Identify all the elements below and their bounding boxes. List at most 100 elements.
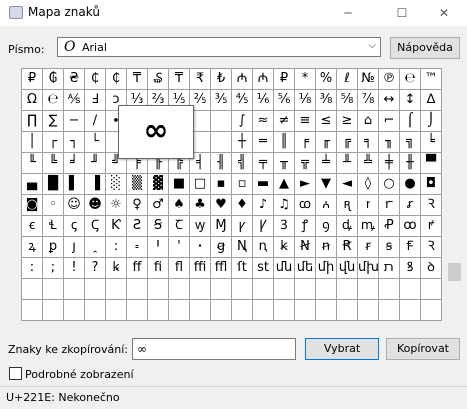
char-cell[interactable]: ꞉ bbox=[106, 237, 127, 258]
char-cell[interactable] bbox=[64, 279, 85, 300]
char-cell[interactable]: ◊ bbox=[358, 174, 379, 195]
char-cell[interactable]: Ꞧ bbox=[337, 237, 358, 258]
char-cell[interactable]: ffl bbox=[211, 258, 232, 279]
char-cell[interactable]: ﬨ bbox=[379, 258, 400, 279]
char-cell[interactable] bbox=[169, 279, 190, 300]
char-cell[interactable]: ♠ bbox=[169, 195, 190, 216]
char-cell[interactable]: ┐ bbox=[64, 132, 85, 153]
char-cell[interactable]: ꭈ bbox=[379, 195, 400, 216]
char-cell[interactable] bbox=[253, 300, 274, 321]
char-cell[interactable]: ff bbox=[127, 258, 148, 279]
char-cell[interactable] bbox=[211, 300, 232, 321]
char-cell[interactable]: ╧ bbox=[316, 153, 337, 174]
char-cell[interactable]: ≡ bbox=[295, 111, 316, 132]
char-cell[interactable]: Ꞔ bbox=[85, 216, 106, 237]
char-cell[interactable]: ▄ bbox=[22, 174, 43, 195]
char-cell[interactable]: ⅙ bbox=[253, 90, 274, 111]
char-cell[interactable]: ꝩ bbox=[232, 216, 253, 237]
char-cell[interactable]: ▲ bbox=[274, 174, 295, 195]
char-cell[interactable]: Ꞑ bbox=[232, 237, 253, 258]
char-cell[interactable]: ♦ bbox=[232, 195, 253, 216]
char-cell[interactable]: ꞔ bbox=[64, 216, 85, 237]
char-cell[interactable]: ╔ bbox=[337, 132, 358, 153]
char-cell[interactable]: ╖ bbox=[379, 132, 400, 153]
char-cell[interactable]: ∏ bbox=[22, 111, 43, 132]
char-cell[interactable]: ┼ bbox=[232, 132, 253, 153]
char-cell[interactable]: ↕ bbox=[400, 90, 421, 111]
char-cell[interactable]: ℮ bbox=[43, 90, 64, 111]
char-cell[interactable]: ⅍ bbox=[64, 90, 85, 111]
char-cell[interactable]: ⌡ bbox=[421, 111, 442, 132]
char-cell[interactable]: ꝳ bbox=[358, 216, 379, 237]
char-cell[interactable] bbox=[22, 279, 43, 300]
char-cell[interactable]: ! bbox=[64, 258, 85, 279]
char-cell[interactable]: Ꞇ bbox=[169, 216, 190, 237]
char-cell[interactable] bbox=[337, 279, 358, 300]
char-cell[interactable]: ♀ bbox=[127, 195, 148, 216]
char-cell[interactable]: ꞥ bbox=[316, 237, 337, 258]
char-cell[interactable]: └ bbox=[85, 132, 106, 153]
char-cell[interactable]: ₽ bbox=[22, 69, 43, 90]
char-cell[interactable]: ◘ bbox=[421, 174, 442, 195]
char-cell[interactable]: Ω bbox=[22, 90, 43, 111]
char-cell[interactable]: ₺ bbox=[211, 69, 232, 90]
char-cell[interactable]: ☺ bbox=[64, 195, 85, 216]
char-cell[interactable]: ₽ bbox=[274, 69, 295, 90]
char-cell[interactable]: ꞌ bbox=[169, 237, 190, 258]
char-cell[interactable]: Ꝓ bbox=[379, 216, 400, 237]
char-cell[interactable]: ꝃ bbox=[106, 258, 127, 279]
char-cell[interactable]: ꞩ bbox=[379, 237, 400, 258]
char-cell[interactable]: ℮ bbox=[400, 69, 421, 90]
font-dropdown[interactable]: O Arial ⌵ bbox=[57, 37, 381, 57]
char-cell[interactable] bbox=[85, 300, 106, 321]
char-cell[interactable] bbox=[85, 279, 106, 300]
char-cell[interactable]: ꞏ bbox=[190, 237, 211, 258]
char-cell[interactable]: Ꞥ bbox=[295, 237, 316, 258]
char-cell[interactable]: Ɬ bbox=[43, 216, 64, 237]
char-cell[interactable]: ꝸ bbox=[400, 258, 421, 279]
char-cell[interactable] bbox=[64, 300, 85, 321]
char-cell[interactable]: │ bbox=[22, 132, 43, 153]
char-cell[interactable]: ₵ bbox=[106, 69, 127, 90]
char-cell[interactable] bbox=[190, 300, 211, 321]
char-cell[interactable]: ſt bbox=[232, 258, 253, 279]
char-cell[interactable]: ╪ bbox=[379, 153, 400, 174]
char-cell[interactable]: ₹ bbox=[190, 69, 211, 90]
char-cell[interactable]: ꞊ bbox=[127, 237, 148, 258]
char-cell[interactable]: № bbox=[358, 69, 379, 90]
char-cell[interactable]: ⅘ bbox=[232, 90, 253, 111]
char-cell[interactable]: ▼ bbox=[316, 174, 337, 195]
char-cell[interactable]: ≈ bbox=[253, 111, 274, 132]
char-cell[interactable] bbox=[274, 300, 295, 321]
char-cell[interactable]: ═ bbox=[253, 132, 274, 153]
copy-button[interactable]: Kopírovat bbox=[386, 338, 460, 360]
char-cell[interactable]: ꝱ bbox=[337, 216, 358, 237]
char-cell[interactable]: ₷ bbox=[148, 69, 169, 90]
char-cell[interactable]: Ꝛ bbox=[421, 195, 442, 216]
advanced-view-checkbox[interactable] bbox=[9, 367, 22, 380]
char-cell[interactable]: ⌂ bbox=[358, 111, 379, 132]
char-cell[interactable] bbox=[274, 279, 295, 300]
char-cell[interactable]: : bbox=[22, 258, 43, 279]
char-cell[interactable] bbox=[295, 279, 316, 300]
char-cell[interactable]: ╗ bbox=[400, 132, 421, 153]
char-cell[interactable]: ▫ bbox=[232, 174, 253, 195]
char-cell[interactable]: ♣ bbox=[190, 195, 211, 216]
char-cell[interactable]: ▬ bbox=[253, 174, 274, 195]
char-cell[interactable]: ⅝ bbox=[337, 90, 358, 111]
char-cell[interactable] bbox=[106, 300, 127, 321]
char-cell[interactable] bbox=[232, 279, 253, 300]
char-cell[interactable]: ꭇ bbox=[358, 195, 379, 216]
char-cell[interactable]: ╒ bbox=[295, 132, 316, 153]
char-cell[interactable] bbox=[106, 279, 127, 300]
char-cell[interactable]: ₼ bbox=[253, 69, 274, 90]
char-cell[interactable] bbox=[421, 300, 442, 321]
char-cell[interactable]: ╛ bbox=[64, 153, 85, 174]
char-cell[interactable]: ȷ bbox=[64, 237, 85, 258]
char-cell[interactable]: ▐ bbox=[85, 174, 106, 195]
char-cell[interactable] bbox=[358, 279, 379, 300]
char-cell[interactable] bbox=[421, 279, 442, 300]
char-cell[interactable]: ■ bbox=[169, 174, 190, 195]
char-cell[interactable]: ║ bbox=[274, 132, 295, 153]
char-cell[interactable]: ; bbox=[43, 258, 64, 279]
